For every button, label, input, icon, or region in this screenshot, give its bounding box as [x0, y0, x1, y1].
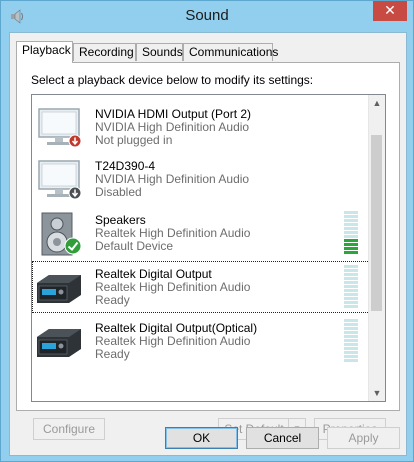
- device-row[interactable]: T24D390-4 NVIDIA High Definition Audio Dis…: [32, 153, 370, 205]
- device-name: Realtek Digital Output: [95, 267, 212, 281]
- disabled-badge-icon: [68, 186, 82, 203]
- tab-playback[interactable]: Playback: [16, 41, 73, 63]
- device-driver: Realtek High Definition Audio: [95, 334, 251, 348]
- meter-segment: [344, 269, 358, 272]
- meter-segment: [344, 343, 358, 346]
- device-name: Realtek Digital Output(Optical): [95, 321, 258, 335]
- meter-segment: [344, 331, 358, 334]
- meter-segment: [344, 215, 358, 218]
- meter-segment: [344, 211, 358, 214]
- meter-segment: [344, 273, 358, 276]
- meter-segment: [344, 231, 358, 234]
- title-bar[interactable]: Sound ✕: [1, 1, 413, 31]
- device-status: Not plugged in: [95, 133, 173, 147]
- sound-window: Sound ✕ Playback Recording Sounds Commun…: [0, 0, 414, 462]
- scroll-up-arrow-icon[interactable]: ▲: [369, 95, 385, 111]
- scroll-down-arrow-icon[interactable]: ▼: [369, 385, 385, 401]
- meter-segment: [344, 297, 358, 300]
- meter-segment: [344, 247, 358, 250]
- meter-segment: [344, 281, 358, 284]
- configure-button[interactable]: Configure: [33, 418, 105, 440]
- device-list-scrollbar[interactable]: ▲ ▼: [368, 95, 385, 401]
- device-row[interactable]: Realtek Digital Output(Optical) Realtek H…: [32, 315, 370, 367]
- meter-segment: [344, 351, 358, 354]
- meter-segment: [344, 251, 358, 254]
- meter-segment: [344, 285, 358, 288]
- device-status: Disabled: [95, 185, 142, 199]
- meter-segment: [344, 289, 358, 292]
- cancel-button[interactable]: Cancel: [246, 427, 319, 449]
- meter-segment: [344, 355, 358, 358]
- device-driver: NVIDIA High Definition Audio: [95, 120, 250, 134]
- meter-segment: [344, 347, 358, 350]
- dialog-body: Playback Recording Sounds Communications…: [9, 32, 407, 456]
- meter-segment: [344, 277, 358, 280]
- instruction-text: Select a playback device below to modify…: [31, 73, 314, 87]
- volume-level-meter: [344, 211, 358, 257]
- meter-segment: [344, 239, 358, 242]
- apply-button[interactable]: Apply: [327, 427, 400, 449]
- tab-recording[interactable]: Recording: [73, 43, 136, 61]
- device-name: Speakers: [95, 213, 146, 227]
- meter-segment: [344, 265, 358, 268]
- meter-segment: [344, 335, 358, 338]
- digital-output-icon: [35, 319, 83, 365]
- meter-segment: [344, 293, 358, 296]
- device-driver: Realtek High Definition Audio: [95, 280, 251, 294]
- volume-level-meter: [344, 319, 358, 365]
- device-row[interactable]: Realtek Digital Output Realtek High Defin…: [32, 261, 370, 313]
- device-name: T24D390-4: [95, 159, 156, 173]
- close-button[interactable]: ✕: [373, 1, 407, 21]
- meter-segment: [344, 235, 358, 238]
- device-status: Default Device: [95, 239, 174, 253]
- device-driver: NVIDIA High Definition Audio: [95, 172, 250, 186]
- default-check-icon: [64, 237, 82, 258]
- tab-sounds[interactable]: Sounds: [136, 43, 183, 61]
- window-title: Sound: [185, 7, 229, 24]
- ok-button[interactable]: OK: [165, 427, 238, 449]
- scroll-thumb[interactable]: [371, 135, 382, 311]
- tab-communications[interactable]: Communications: [183, 43, 278, 61]
- volume-level-meter: [344, 265, 358, 311]
- meter-segment: [344, 339, 358, 342]
- meter-segment: [344, 227, 358, 230]
- meter-segment: [344, 305, 358, 308]
- digital-output-icon: [35, 265, 83, 311]
- meter-segment: [344, 301, 358, 304]
- meter-segment: [344, 319, 358, 322]
- meter-segment: [344, 223, 358, 226]
- meter-segment: [344, 219, 358, 222]
- playback-panel: Select a playback device below to modify…: [16, 62, 400, 440]
- device-list[interactable]: NVIDIA HDMI Output (Port 2) NVIDIA High D…: [31, 94, 386, 402]
- meter-segment: [344, 243, 358, 246]
- device-status: Ready: [95, 347, 130, 361]
- device-driver: Realtek High Definition Audio: [95, 226, 251, 240]
- device-row[interactable]: NVIDIA HDMI Output (Port 2) NVIDIA High D…: [32, 101, 370, 153]
- unplugged-badge-icon: [68, 134, 82, 151]
- meter-segment: [344, 323, 358, 326]
- device-name: NVIDIA HDMI Output (Port 2): [95, 107, 252, 121]
- device-status: Ready: [95, 293, 130, 307]
- meter-segment: [344, 327, 358, 330]
- meter-segment: [344, 359, 358, 362]
- device-row[interactable]: Speakers Realtek High Definition Audio Def…: [32, 207, 370, 259]
